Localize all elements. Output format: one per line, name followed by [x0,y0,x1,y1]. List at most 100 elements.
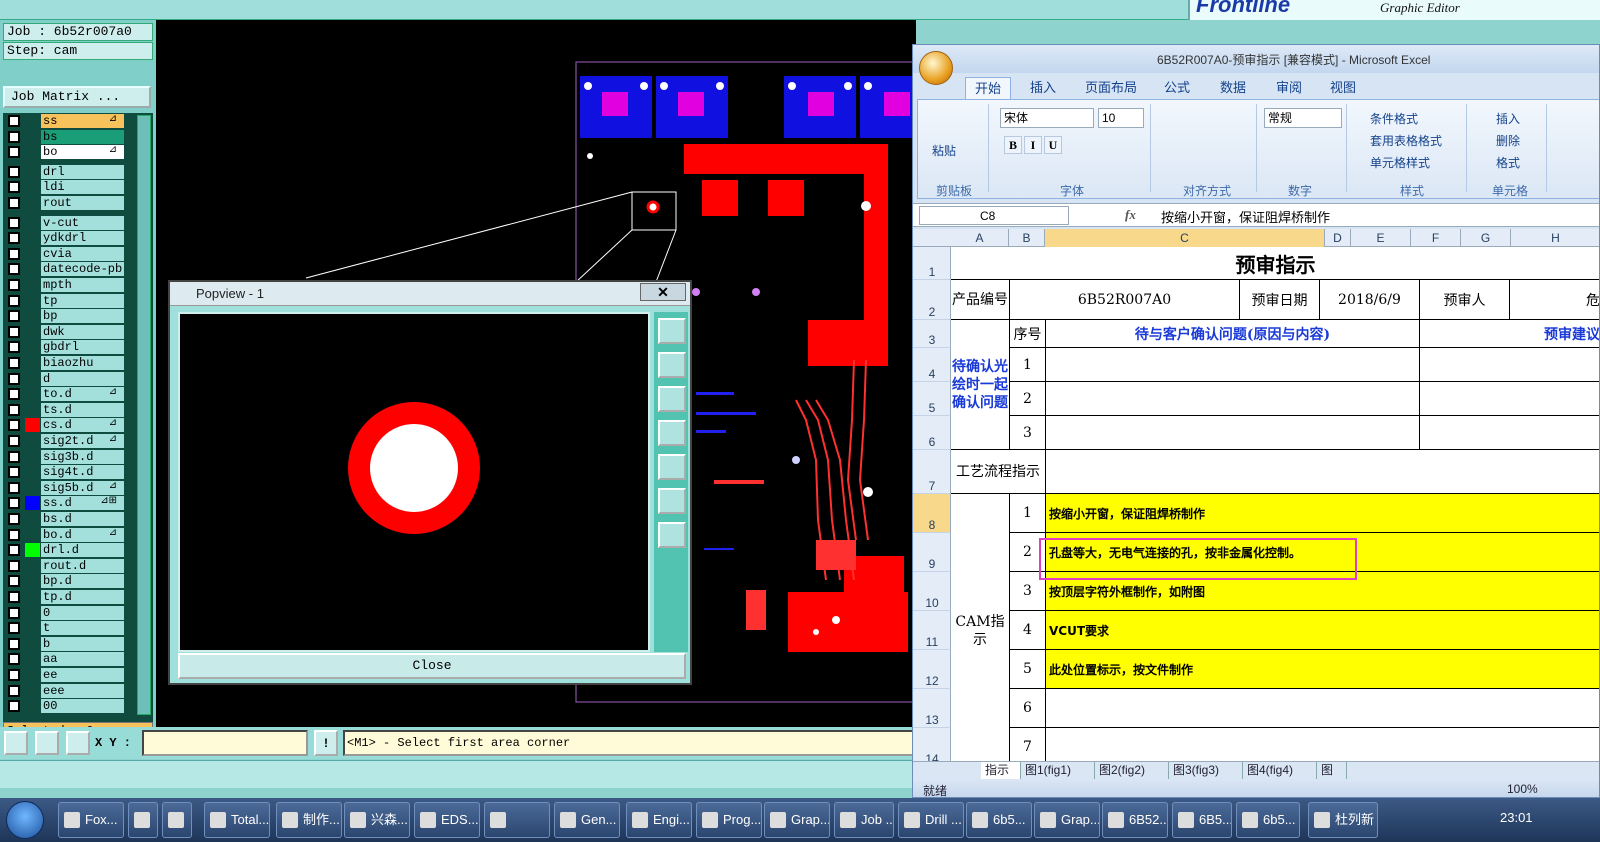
layer-checkbox[interactable] [8,466,20,479]
popview-canvas[interactable] [178,312,650,652]
ribbon-tab[interactable]: 开始 [965,77,1011,99]
layer-name[interactable]: biaozhu [41,356,124,370]
cam-instruction-cell[interactable]: VCUT要求 [1046,611,1599,650]
layer-row[interactable]: aa [3,651,153,667]
ribbon-tab[interactable]: 视图 [1319,77,1367,99]
layer-checkbox[interactable] [8,197,20,209]
layer-checkbox[interactable] [8,263,20,276]
layer-row[interactable]: bp.d [3,573,153,589]
pending-suggest-cell[interactable] [1420,382,1599,416]
row-header[interactable]: 4 [913,348,951,382]
row-header[interactable]: 9 [913,533,951,572]
layer-checkbox[interactable] [8,357,20,369]
sheet-tab[interactable]: 图2(fig2) [1095,762,1169,779]
layer-row[interactable]: drl [3,164,153,180]
grid-icon[interactable] [66,731,90,755]
ribbon-tab[interactable]: 审阅 [1265,77,1313,99]
layer-name[interactable]: b [41,636,124,651]
column-header[interactable]: H [1511,229,1599,247]
row-header[interactable]: 12 [913,650,951,689]
layer-row[interactable]: rout [3,195,153,211]
layer-row[interactable]: ee [3,667,153,683]
format-cells-button[interactable]: 格式 [1496,154,1520,171]
layer-name[interactable]: eee [41,683,124,698]
sheet-tab[interactable]: 图1(fig1) [1021,762,1095,779]
layer-row[interactable]: mpth [3,277,153,293]
layer-checkbox[interactable] [8,622,20,635]
sheet-tab[interactable]: 图4(fig4) [1243,762,1317,779]
layer-name[interactable]: bp.d [41,574,124,589]
taskbar-item[interactable]: Prog... [696,802,762,838]
start-button[interactable] [6,801,44,839]
layer-checkbox[interactable] [8,606,20,619]
layer-name[interactable]: drl [41,164,124,179]
layer-name[interactable]: ldi [41,180,124,195]
layer-checkbox[interactable] [8,165,20,178]
layer-row[interactable]: bp [3,308,153,324]
popview-close-x-button[interactable]: ✕ [640,283,686,301]
layer-checkbox[interactable] [8,513,20,525]
taskbar-item[interactable]: Grap... [764,802,830,838]
message-icon[interactable]: ! [314,730,338,756]
column-header[interactable]: G [1461,229,1511,247]
layer-checkbox[interactable] [8,341,20,354]
layer-row[interactable]: sig3b.d [3,449,153,465]
row-header[interactable]: 8 [913,494,951,533]
layer-name[interactable]: v-cut [41,215,124,230]
taskbar-item[interactable] [128,802,158,838]
popview-close-button[interactable]: Close [178,653,686,679]
pan-right-icon[interactable] [658,454,686,480]
taskbar-item[interactable]: Drill ... [898,802,964,838]
row-header[interactable]: 6 [913,416,951,450]
taskbar-item[interactable]: 制作... [276,802,342,838]
column-header[interactable]: C [1045,229,1325,247]
zoom-in-icon[interactable] [658,318,686,344]
layer-row[interactable]: bs [3,129,153,145]
cam-instruction-cell[interactable]: 按缩小开窗，保证阻焊桥制作 [1046,494,1599,533]
layer-checkbox[interactable] [8,403,20,416]
bold-button[interactable]: B [1004,136,1022,154]
pan-down-icon[interactable] [658,386,686,412]
layer-color-swatch[interactable] [25,543,40,558]
pan-left-icon[interactable] [658,420,686,446]
layer-name[interactable]: mpth [41,278,124,292]
formula-content[interactable]: 按缩小开窗，保证阻焊桥制作 [1161,207,1330,226]
layer-row[interactable]: cvia [3,246,153,262]
conditional-format-button[interactable]: 条件格式 [1370,110,1418,127]
layer-name[interactable]: sig4t.d [41,465,124,480]
layer-row[interactable]: ldi [3,179,153,195]
italic-button[interactable]: I [1024,136,1042,154]
layer-row[interactable]: dwk [3,324,153,340]
layer-checkbox[interactable] [8,497,20,510]
paste-button[interactable]: 粘贴 [932,142,956,159]
layer-row[interactable]: bo.d ⊿ [3,527,153,543]
layer-checkbox[interactable] [8,700,20,713]
layer-checkbox[interactable] [8,130,20,143]
layer-name[interactable]: rout.d [41,558,124,573]
layer-row[interactable]: biaozhu [3,355,153,371]
layer-row[interactable]: ts.d [3,402,153,418]
layer-row[interactable]: 0 [3,605,153,621]
layer-row[interactable]: gbdrl [3,339,153,355]
measure-icon[interactable] [4,731,28,755]
layer-checkbox[interactable] [8,575,20,588]
layer-row[interactable]: drl.d [3,542,153,558]
layer-checkbox[interactable] [8,653,20,666]
sheet-tab[interactable]: 图3(fig3) [1169,762,1243,779]
underline-button[interactable]: U [1044,136,1062,154]
layer-row[interactable]: datecode-pb [3,261,153,277]
xy-input[interactable] [142,730,308,756]
layer-checkbox[interactable] [8,684,20,697]
zoom-level[interactable]: 100% [1507,782,1538,796]
layer-checkbox[interactable] [8,232,20,245]
layer-row[interactable]: bs.d [3,511,153,527]
layer-name[interactable]: drl.d [41,543,124,558]
taskbar-item[interactable]: Fox... [58,802,124,838]
pending-suggest-cell[interactable] [1420,348,1599,382]
taskbar-item[interactable]: 6B52... [1102,802,1168,838]
pending-issue-cell[interactable] [1046,382,1420,416]
layer-name[interactable]: ee [41,668,124,682]
font-size-select[interactable]: 10 [1098,108,1144,128]
column-header[interactable]: F [1411,229,1461,247]
layer-checkbox[interactable] [8,181,20,194]
